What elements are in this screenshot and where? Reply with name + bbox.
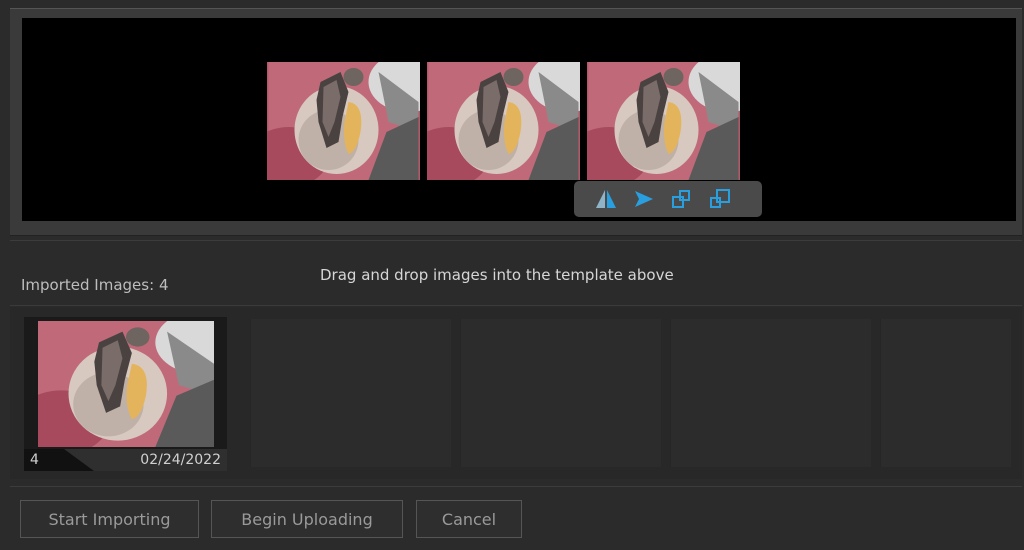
divider xyxy=(10,305,1022,306)
divider xyxy=(10,240,1022,241)
image-toolbar xyxy=(574,181,762,217)
template-image-slot-1[interactable] xyxy=(267,62,420,180)
empty-slot xyxy=(250,319,451,467)
rotate-button[interactable] xyxy=(630,186,658,212)
imported-images-count: 4 xyxy=(158,276,169,294)
tooth-photo-icon xyxy=(38,321,214,447)
tooth-photo-icon xyxy=(267,62,420,180)
thumbnail-number: 4 xyxy=(30,452,39,468)
shrink-button[interactable] xyxy=(668,186,696,212)
flip-horizontal-button[interactable] xyxy=(592,186,620,212)
imported-images-label: Imported Images: 4 xyxy=(21,276,168,294)
imported-images-text: Imported Images: xyxy=(21,276,155,294)
divider xyxy=(10,486,1022,487)
rotate-icon xyxy=(635,191,653,207)
drag-drop-hint: Drag and drop images into the template a… xyxy=(320,266,674,284)
template-image-slot-3[interactable] xyxy=(587,62,740,180)
template-image-slot-2[interactable] xyxy=(427,62,580,180)
begin-uploading-button[interactable]: Begin Uploading xyxy=(211,500,403,538)
cancel-button[interactable]: Cancel xyxy=(416,500,522,538)
enlarge-icon xyxy=(710,189,730,208)
thumbnail-caption: 4 02/24/2022 xyxy=(24,449,227,471)
import-window: Drag and drop images into the template a… xyxy=(0,0,1024,550)
shrink-icon xyxy=(672,190,690,208)
empty-slot xyxy=(880,319,1011,467)
tooth-photo-icon xyxy=(427,62,580,180)
empty-slot xyxy=(670,319,871,467)
thumbnail-date: 02/24/2022 xyxy=(140,452,221,468)
start-importing-button[interactable]: Start Importing xyxy=(20,500,199,538)
empty-slot xyxy=(460,319,661,467)
flip-horizontal-icon xyxy=(596,190,616,208)
thumbnail-image xyxy=(38,321,214,447)
imported-image-thumbnail[interactable]: 4 02/24/2022 xyxy=(24,317,227,471)
tooth-photo-icon xyxy=(587,62,740,180)
enlarge-button[interactable] xyxy=(706,186,734,212)
